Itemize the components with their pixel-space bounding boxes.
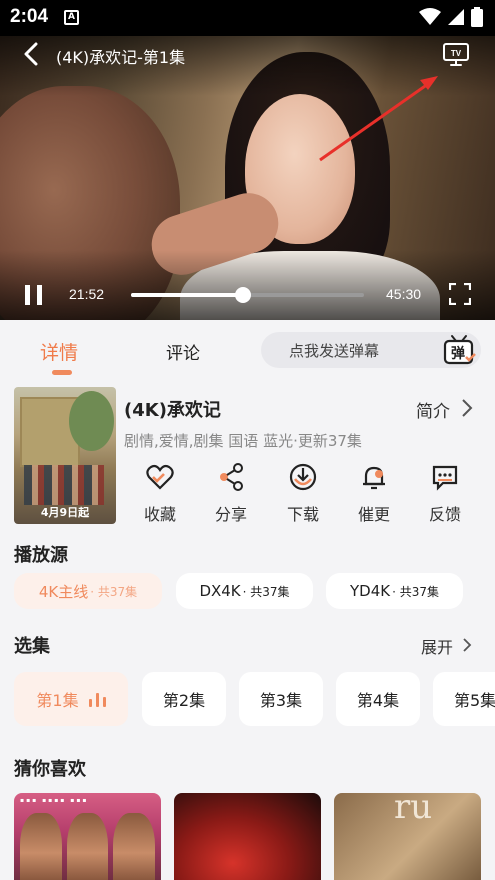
episode-2[interactable]: 第2集 bbox=[142, 672, 226, 726]
episodes-title: 选集 bbox=[14, 636, 50, 657]
source-name: YD4K bbox=[350, 582, 391, 600]
poster-image[interactable]: 4月9日起 bbox=[14, 387, 116, 524]
app-notification-icon: A bbox=[64, 10, 79, 25]
fullscreen-icon[interactable] bbox=[449, 283, 471, 305]
download-label: 下载 bbox=[286, 505, 319, 524]
tab-active-indicator bbox=[52, 370, 72, 375]
source-name: DX4K bbox=[199, 582, 241, 600]
rec1-artwork bbox=[20, 813, 156, 880]
episode-label: 第2集 bbox=[162, 691, 206, 710]
poster-people bbox=[24, 465, 104, 505]
favorite-button[interactable]: 收藏 bbox=[130, 463, 190, 525]
episode-4[interactable]: 第4集 bbox=[336, 672, 420, 726]
feedback-label: 反馈 bbox=[428, 505, 461, 524]
source-count: · 共37集 bbox=[90, 584, 138, 599]
chevron-right-icon[interactable] bbox=[462, 637, 472, 653]
feedback-button[interactable]: 反馈 bbox=[415, 463, 475, 525]
status-icons bbox=[419, 7, 483, 27]
episode-label: 第4集 bbox=[356, 691, 400, 710]
chevron-right-icon[interactable] bbox=[460, 398, 474, 418]
rec1-decoration: ▪▪▪ ▪▪▪▪ ▪▪▪ bbox=[20, 797, 89, 804]
source-dx4k[interactable]: DX4K · 共37集 bbox=[176, 573, 313, 609]
episode-label: 第3集 bbox=[259, 691, 303, 710]
annotation-arrow bbox=[319, 76, 438, 162]
feedback-icon bbox=[432, 465, 458, 491]
recommend-item-2[interactable] bbox=[174, 793, 321, 880]
source-yd4k[interactable]: YD4K · 共37集 bbox=[326, 573, 463, 609]
danmaku-input[interactable]: 点我发送弹幕 弹 bbox=[261, 332, 481, 368]
urge-update-label: 催更 bbox=[357, 505, 390, 524]
favorite-label: 收藏 bbox=[143, 505, 176, 524]
battery-icon bbox=[471, 7, 483, 27]
status-time: 2:04 bbox=[10, 6, 49, 27]
video-player[interactable]: (4K)承欢记-第1集 TV 21:52 45:30 bbox=[0, 36, 495, 320]
total-time: 45:30 bbox=[386, 286, 422, 302]
progress-fill bbox=[131, 293, 243, 297]
pause-icon[interactable] bbox=[22, 284, 46, 306]
poster-date: 4月9日起 bbox=[40, 506, 90, 519]
source-count: · 共37集 bbox=[392, 584, 439, 599]
danmaku-icon-text: 弹 bbox=[451, 345, 465, 362]
episode-1[interactable]: 第1集 bbox=[14, 672, 128, 726]
bell-icon bbox=[363, 466, 385, 490]
episode-5[interactable]: 第5集 bbox=[433, 672, 495, 726]
tab-bar: 详情 评论 点我发送弹幕 弹 bbox=[0, 320, 495, 378]
rec3-title-art: ru bbox=[394, 793, 433, 827]
source-4k[interactable]: 4K主线 · 共37集 bbox=[14, 573, 162, 609]
danmaku-toggle-icon[interactable]: 弹 bbox=[442, 333, 476, 367]
download-icon bbox=[289, 463, 317, 491]
episode-3[interactable]: 第3集 bbox=[239, 672, 323, 726]
source-count: · 共37集 bbox=[242, 584, 290, 599]
sources-title: 播放源 bbox=[14, 545, 68, 566]
current-time: 21:52 bbox=[69, 286, 105, 302]
progress-bar[interactable] bbox=[131, 287, 364, 303]
heart-icon bbox=[146, 464, 174, 490]
urge-update-button[interactable]: 催更 bbox=[344, 463, 404, 525]
poster-tree bbox=[69, 391, 114, 451]
episode-label: 第5集 bbox=[454, 691, 495, 710]
intro-link[interactable]: 简介 bbox=[416, 397, 450, 422]
progress-thumb[interactable] bbox=[234, 287, 251, 303]
signal-icon bbox=[448, 9, 464, 25]
danmaku-placeholder: 点我发送弹幕 bbox=[289, 342, 380, 360]
expand-episodes-button[interactable]: 展开 bbox=[421, 634, 453, 658]
source-name: 4K主线 bbox=[38, 582, 89, 601]
tab-detail[interactable]: 详情 bbox=[40, 338, 78, 365]
recommend-title: 猜你喜欢 bbox=[14, 759, 86, 780]
share-icon bbox=[220, 463, 243, 491]
status-bar: 2:04 A bbox=[0, 0, 495, 36]
share-label: 分享 bbox=[214, 505, 247, 524]
show-title: (4K)承欢记 bbox=[124, 400, 221, 421]
recommend-item-3[interactable]: ru bbox=[334, 793, 481, 880]
playing-indicator-icon bbox=[88, 691, 106, 707]
wifi-icon bbox=[419, 8, 441, 25]
show-meta: 剧情,爱情,剧集 国语 蓝光·更新37集 bbox=[124, 432, 362, 450]
share-button[interactable]: 分享 bbox=[201, 463, 261, 525]
episode-label: 第1集 bbox=[36, 691, 79, 710]
download-button[interactable]: 下载 bbox=[273, 463, 333, 525]
tab-comments[interactable]: 评论 bbox=[166, 339, 200, 364]
recommend-item-1[interactable]: ▪▪▪ ▪▪▪▪ ▪▪▪ bbox=[14, 793, 161, 880]
